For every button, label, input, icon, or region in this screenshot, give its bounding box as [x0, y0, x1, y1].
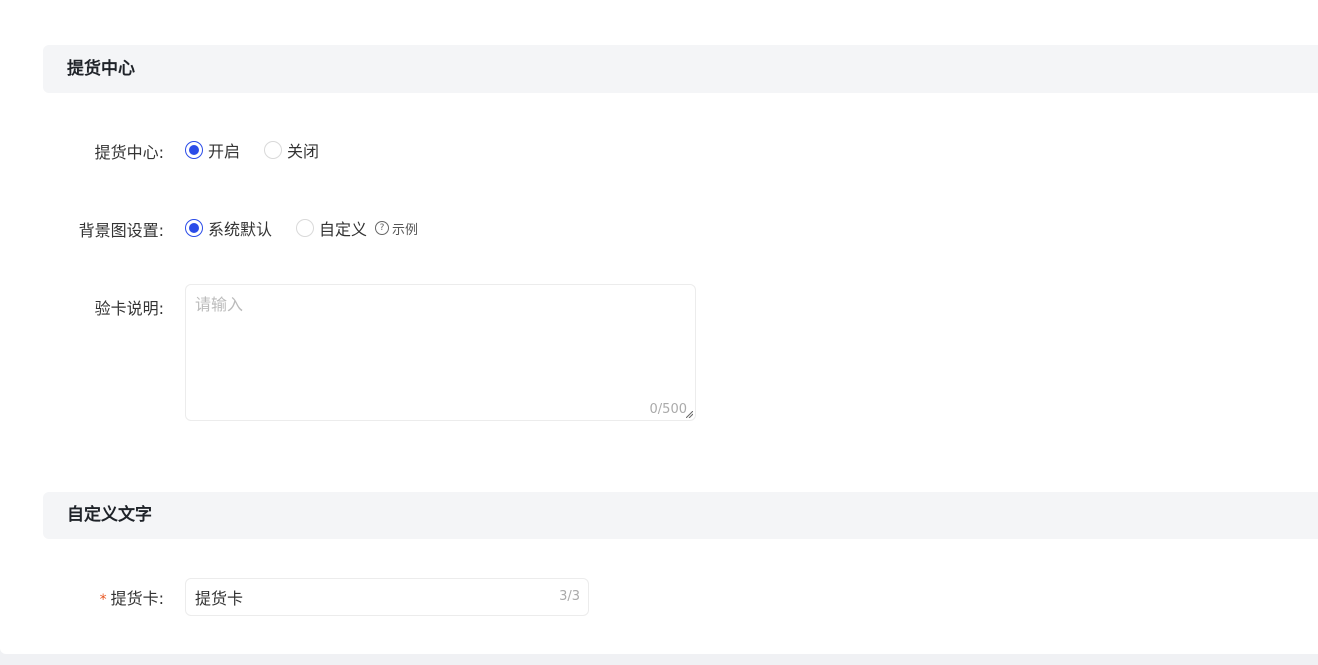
- radio-label: 自定义: [319, 220, 368, 239]
- card-description-textarea[interactable]: [186, 285, 695, 420]
- radio-enable[interactable]: 开启: [185, 138, 240, 162]
- example-link[interactable]: ? 示例: [375, 219, 418, 238]
- radio-disable[interactable]: 关闭: [264, 138, 319, 162]
- section-title: 自定义文字: [67, 505, 152, 525]
- pickup-card-label: * 提货卡:: [100, 585, 164, 609]
- radio-label: 关闭: [287, 142, 320, 161]
- background-setting-radio-group: 系统默认 自定义 ? 示例: [185, 217, 418, 239]
- radio-custom[interactable]: 自定义: [296, 216, 367, 240]
- required-indicator: *: [99, 592, 107, 608]
- question-circle-icon: ?: [375, 221, 390, 235]
- pickup-card-input-wrapper: 3/3: [185, 578, 589, 616]
- radio-circle-checked[interactable]: [185, 219, 203, 237]
- card-description-label: 验卡说明:: [94, 299, 164, 318]
- card-description-textarea-wrapper: 0/500: [185, 284, 696, 421]
- radio-label: 系统默认: [208, 220, 273, 239]
- example-link-label: 示例: [392, 222, 419, 238]
- radio-system-default[interactable]: 系统默认: [185, 216, 272, 240]
- section-header-pickup-center: 提货中心: [43, 45, 1318, 93]
- section-header-custom-text: 自定义文字: [43, 492, 1318, 539]
- pickup-card-label-text: 提货卡:: [110, 589, 164, 608]
- pickup-center-label: 提货中心:: [94, 143, 164, 162]
- background-setting-label: 背景图设置:: [78, 221, 164, 240]
- settings-page: 提货中心 提货中心: 开启 关闭 背景图设置: 系统默认 自定义 ? 示例 验卡…: [0, 0, 1318, 654]
- radio-label: 开启: [208, 142, 241, 161]
- radio-circle[interactable]: [296, 219, 315, 237]
- pickup-card-input[interactable]: [186, 579, 546, 615]
- section-title: 提货中心: [67, 59, 135, 79]
- char-counter: 0/500: [649, 402, 687, 417]
- resize-handle-icon[interactable]: [686, 411, 693, 418]
- radio-circle-checked[interactable]: [185, 141, 203, 159]
- char-counter: 3/3: [559, 589, 580, 604]
- radio-circle[interactable]: [264, 141, 283, 159]
- pickup-center-radio-group: 开启 关闭: [185, 139, 343, 161]
